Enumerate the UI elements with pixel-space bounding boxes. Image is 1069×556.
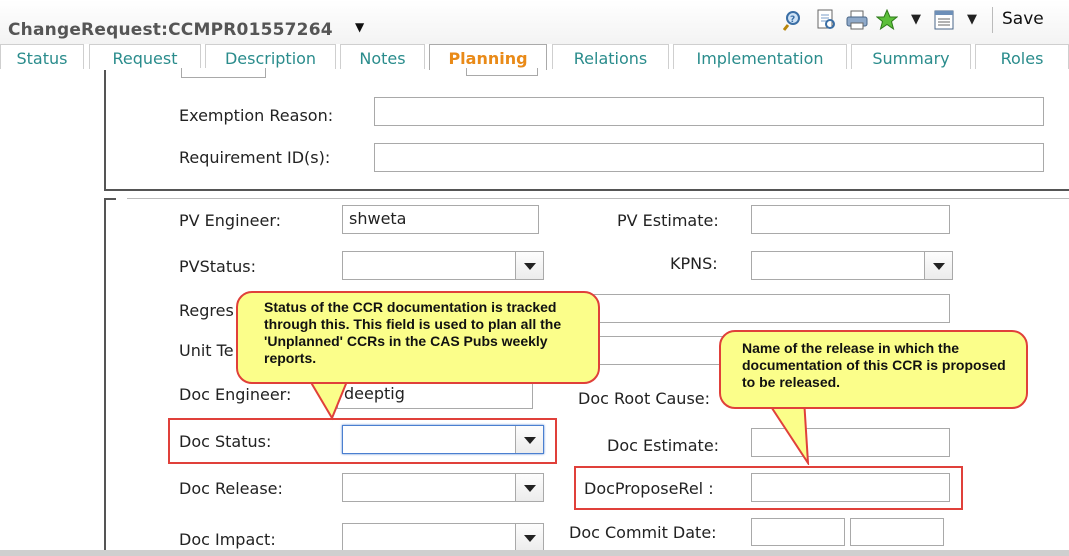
doc-status-label: Doc Status: bbox=[179, 432, 272, 451]
search-icon[interactable]: ? bbox=[782, 9, 805, 31]
doc-commit-time-field[interactable] bbox=[850, 518, 944, 546]
doc-estimate-label: Doc Estimate: bbox=[607, 436, 720, 455]
doc-status-select[interactable] bbox=[342, 425, 544, 454]
chevron-down-icon[interactable] bbox=[515, 426, 543, 453]
section-border bbox=[104, 70, 106, 190]
section-corner bbox=[104, 198, 116, 200]
doc-propose-rel-field[interactable] bbox=[751, 473, 950, 502]
pv-engineer-field[interactable]: shweta bbox=[342, 205, 539, 234]
doc-commit-date-label: Doc Commit Date: bbox=[569, 523, 717, 542]
toolbar-separator bbox=[992, 7, 993, 33]
chevron-down-icon[interactable] bbox=[515, 524, 543, 551]
tab-implementation[interactable]: Implementation bbox=[673, 44, 847, 69]
favorites-dropdown-icon[interactable]: ▼ bbox=[911, 12, 921, 27]
kpns-label: KPNS: bbox=[670, 254, 718, 273]
report-icon[interactable] bbox=[815, 9, 837, 31]
section-border bbox=[104, 198, 106, 552]
kpns-select[interactable] bbox=[751, 251, 953, 280]
section-divider bbox=[104, 189, 1069, 191]
doc-release-select[interactable] bbox=[342, 473, 544, 502]
save-button[interactable]: Save bbox=[1002, 9, 1044, 29]
chevron-down-icon[interactable] bbox=[924, 252, 952, 279]
cut-off-field[interactable] bbox=[181, 68, 266, 78]
doc-release-label: Doc Release: bbox=[179, 479, 283, 498]
doc-impact-select[interactable] bbox=[342, 523, 544, 552]
requirement-ids-field[interactable] bbox=[374, 143, 1044, 172]
doc-impact-label: Doc Impact: bbox=[179, 530, 276, 549]
requirement-ids-label: Requirement ID(s): bbox=[179, 148, 331, 167]
doc-commit-date-field[interactable] bbox=[751, 518, 845, 546]
list-view-icon[interactable] bbox=[933, 9, 955, 31]
tab-planning[interactable]: Planning bbox=[429, 44, 547, 71]
bottom-scroll-edge bbox=[0, 550, 1069, 556]
regression-label: Regres bbox=[179, 301, 234, 320]
section-divider bbox=[127, 198, 1069, 199]
tab-notes[interactable]: Notes bbox=[340, 44, 425, 69]
tab-status[interactable]: Status bbox=[0, 44, 84, 69]
doc-root-cause-label: Doc Root Cause: bbox=[578, 389, 711, 408]
pv-estimate-field[interactable] bbox=[751, 205, 950, 234]
cut-off-field[interactable] bbox=[466, 68, 538, 76]
doc-propose-rel-label: DocProposeRel : bbox=[584, 479, 714, 498]
unit-test-label: Unit Te bbox=[179, 341, 234, 360]
pv-status-select[interactable] bbox=[342, 251, 544, 280]
exemption-reason-field[interactable] bbox=[374, 97, 1044, 126]
title-dropdown-icon[interactable]: ▼ bbox=[355, 20, 364, 34]
svg-text:?: ? bbox=[790, 15, 795, 25]
chevron-down-icon[interactable] bbox=[515, 474, 543, 501]
pv-status-label: PVStatus: bbox=[179, 257, 256, 276]
tab-request[interactable]: Request bbox=[89, 44, 201, 69]
exemption-reason-label: Exemption Reason: bbox=[179, 106, 334, 125]
regression-field[interactable] bbox=[590, 294, 950, 323]
pv-estimate-label: PV Estimate: bbox=[617, 211, 719, 230]
doc-engineer-field[interactable]: deeptig bbox=[337, 380, 533, 409]
doc-status-callout: Status of the CCR documentation is track… bbox=[236, 291, 600, 384]
doc-propose-rel-callout: Name of the release in which the documen… bbox=[719, 330, 1028, 409]
tab-summary[interactable]: Summary bbox=[851, 44, 971, 69]
chevron-down-icon[interactable] bbox=[515, 252, 543, 279]
favorite-star-icon[interactable] bbox=[875, 8, 899, 31]
pv-engineer-label: PV Engineer: bbox=[179, 211, 282, 230]
print-icon[interactable] bbox=[846, 9, 868, 31]
doc-engineer-label: Doc Engineer: bbox=[179, 385, 292, 404]
tab-description[interactable]: Description bbox=[205, 44, 336, 69]
view-dropdown-icon[interactable]: ▼ bbox=[967, 12, 977, 27]
tab-relations[interactable]: Relations bbox=[552, 44, 669, 69]
tab-roles[interactable]: Roles bbox=[975, 44, 1069, 69]
record-title: ChangeRequest:CCMPR01557264 bbox=[8, 20, 333, 40]
